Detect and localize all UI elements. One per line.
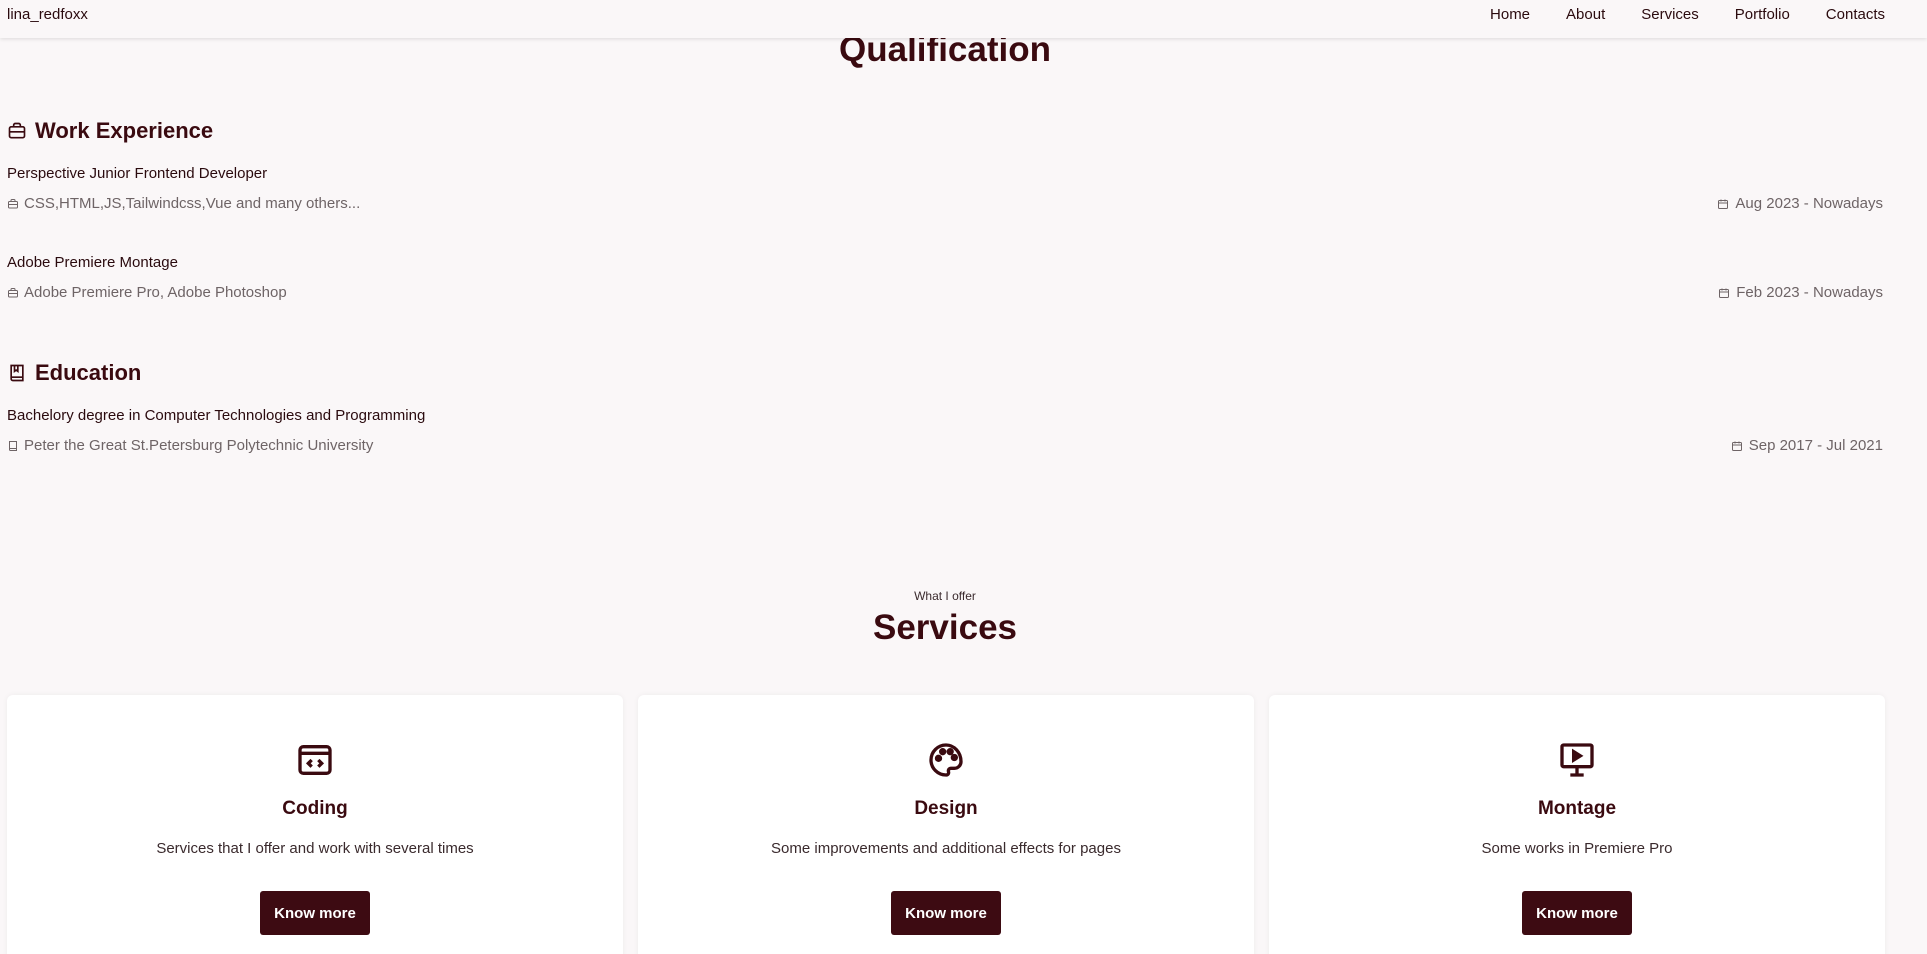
nav-link-contacts[interactable]: Contacts (1826, 6, 1885, 23)
nav-link-portfolio[interactable]: Portfolio (1735, 6, 1790, 23)
monitor-play-icon (1557, 740, 1597, 780)
education-entry-subtitle: Peter the Great St.Petersburg Polytechni… (7, 437, 373, 454)
service-card-title: Design (914, 798, 978, 819)
nav-link-home[interactable]: Home (1490, 6, 1530, 23)
nav-link-about[interactable]: About (1566, 6, 1605, 23)
work-experience-title: Work Experience (35, 118, 214, 143)
logo[interactable]: lina_redfoxx (7, 6, 88, 23)
work-entry-date: Feb 2023 - Nowadays (1718, 284, 1883, 301)
calendar-icon (1731, 441, 1742, 451)
work-entry-subtitle: Adobe Premiere Pro, Adobe Photoshop (7, 284, 287, 301)
calendar-icon (1719, 288, 1730, 298)
palette-icon (926, 740, 966, 780)
education-heading: Education (7, 360, 141, 386)
nav-link-services[interactable]: Services (1641, 6, 1699, 23)
service-card-description: Services that I offer and work with seve… (156, 840, 474, 857)
work-entry-date-text: Feb 2023 - Nowadays (1736, 284, 1883, 301)
services-title: Services (872, 608, 1018, 647)
work-entry-subtitle: CSS,HTML,JS,Tailwindcss,Vue and many oth… (7, 195, 360, 212)
work-entry-title: Perspective Junior Frontend Developer (7, 165, 268, 182)
service-card-montage: Montage Some works in Premiere Pro Know … (1269, 695, 1885, 954)
briefcase-icon (8, 122, 26, 139)
code-window-icon (295, 740, 335, 780)
know-more-button[interactable]: Know more (891, 891, 1001, 935)
work-entry-date-text: Aug 2023 - Nowadays (1735, 195, 1883, 212)
service-card-title: Montage (1537, 798, 1617, 819)
work-entry-date: Aug 2023 - Nowadays (1717, 195, 1883, 212)
briefcase-icon (8, 287, 18, 297)
education-title: Education (35, 360, 142, 385)
work-entry-skills: Adobe Premiere Pro, Adobe Photoshop (24, 284, 287, 301)
work-experience-heading: Work Experience (7, 118, 213, 144)
service-card-title: Coding (282, 798, 348, 819)
nav-links: Home About Services Portfolio Contacts (1490, 6, 1885, 23)
service-card-coding: Coding Services that I offer and work wi… (7, 695, 623, 954)
calendar-icon (1718, 199, 1729, 209)
navbar: lina_redfoxx Home About Services Portfol… (0, 0, 1927, 38)
education-entry-institution: Peter the Great St.Petersburg Polytechni… (24, 437, 374, 454)
book-icon (9, 440, 17, 451)
services-subtitle: What I offer (914, 589, 976, 603)
work-entry-skills: CSS,HTML,JS,Tailwindcss,Vue and many oth… (24, 195, 361, 212)
service-card-description: Some works in Premiere Pro (1481, 840, 1673, 857)
education-entry-date-text: Sep 2017 - Jul 2021 (1748, 437, 1883, 454)
work-entry-title: Adobe Premiere Montage (7, 254, 178, 271)
book-icon (10, 364, 24, 382)
service-card-design: Design Some improvements and additional … (638, 695, 1254, 954)
service-card-description: Some improvements and additional effects… (771, 840, 1121, 857)
briefcase-icon (8, 198, 18, 208)
know-more-button[interactable]: Know more (1522, 891, 1632, 935)
education-entry-date: Sep 2017 - Jul 2021 (1731, 437, 1883, 454)
education-entry-title: Bachelory degree in Computer Technologie… (7, 407, 426, 424)
know-more-button[interactable]: Know more (260, 891, 370, 935)
